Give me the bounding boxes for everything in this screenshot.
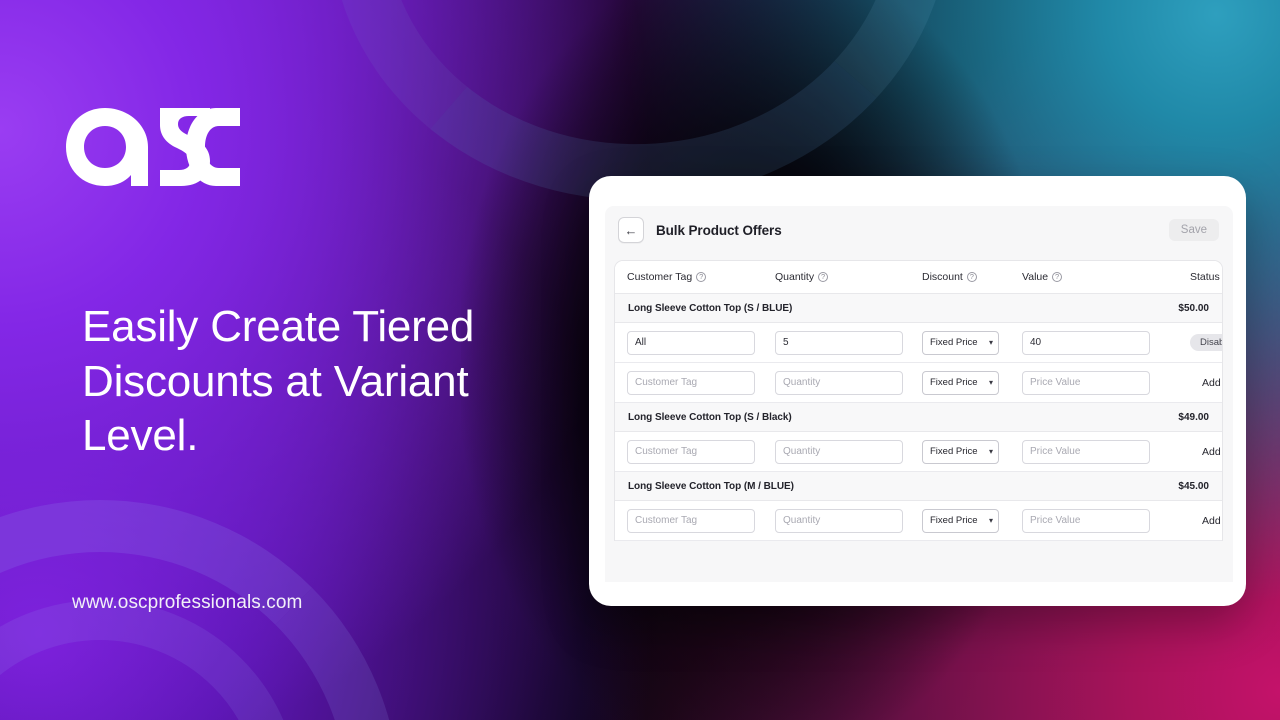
price-value-input[interactable] xyxy=(1022,508,1150,533)
app-header: ← Bulk Product Offers Save xyxy=(605,206,1233,254)
add-offer-button[interactable]: Add xyxy=(1190,441,1222,462)
column-header-label: Status xyxy=(1190,271,1220,283)
product-variant-price: $50.00 xyxy=(1178,302,1209,314)
app-viewport: ← Bulk Product Offers Save Customer Tag?… xyxy=(605,206,1233,582)
customer-tag-input[interactable] xyxy=(627,508,755,533)
offer-row: Fixed Price▾Add xyxy=(615,432,1222,472)
add-offer-button[interactable]: Add xyxy=(1190,510,1222,531)
site-url: www.oscprofessionals.com xyxy=(72,592,303,613)
osc-logo-icon xyxy=(64,104,242,190)
customer-tag-input[interactable] xyxy=(627,439,755,464)
save-button[interactable]: Save xyxy=(1168,219,1219,241)
question-circle-icon[interactable]: ? xyxy=(966,272,977,282)
product-variant-name: Long Sleeve Cotton Top (S / BLUE) xyxy=(628,302,793,314)
product-variant-row: Long Sleeve Cotton Top (S / BLUE) $50.00 xyxy=(615,294,1222,323)
customer-tag-input[interactable] xyxy=(627,370,755,395)
discount-type-select[interactable]: Fixed Price xyxy=(922,370,999,395)
discount-type-select[interactable]: Fixed Price xyxy=(922,508,999,533)
product-variant-row: Long Sleeve Cotton Top (S / Black) $49.00 xyxy=(615,403,1222,432)
product-variant-name: Long Sleeve Cotton Top (S / Black) xyxy=(628,411,792,423)
column-header-label: Quantity xyxy=(775,271,815,283)
offers-table: Customer Tag? Quantity? Discount? Value? Sta… xyxy=(614,260,1223,541)
product-variant-row: Long Sleeve Cotton Top (M / BLUE) $45.00 xyxy=(615,472,1222,501)
table-header-row: Customer Tag? Quantity? Discount? Value? Sta… xyxy=(615,261,1222,294)
column-header-value: Value? xyxy=(1022,271,1190,283)
app-title: Bulk Product Offers xyxy=(656,222,782,238)
add-offer-button[interactable]: Add xyxy=(1190,372,1222,393)
disable-offer-button[interactable]: Disable xyxy=(1190,334,1222,351)
column-header-label: Customer Tag xyxy=(627,271,693,283)
product-variant-name: Long Sleeve Cotton Top (M / BLUE) xyxy=(628,480,794,492)
product-variant-price: $49.00 xyxy=(1178,411,1209,423)
price-value-input[interactable] xyxy=(1022,439,1150,464)
arrow-left-icon: ← xyxy=(624,222,638,238)
marketing-panel: Easily Create Tiered Discounts at Varian… xyxy=(0,0,580,720)
column-header-label: Value xyxy=(1022,271,1049,283)
discount-type-select[interactable]: Fixed Price xyxy=(922,439,999,464)
question-circle-icon[interactable]: ? xyxy=(1052,272,1063,282)
customer-tag-input[interactable] xyxy=(627,330,755,355)
quantity-input[interactable] xyxy=(775,330,903,355)
column-header-discount: Discount? xyxy=(922,271,1022,283)
back-button[interactable]: ← xyxy=(618,217,644,243)
column-header-label: Discount xyxy=(922,271,963,283)
column-header-quantity: Quantity? xyxy=(775,271,922,283)
offer-row: Fixed Price▾Add xyxy=(615,363,1222,403)
quantity-input[interactable] xyxy=(775,508,903,533)
quantity-input[interactable] xyxy=(775,370,903,395)
table-body: Long Sleeve Cotton Top (S / BLUE) $50.00 F… xyxy=(615,294,1222,541)
price-value-input[interactable] xyxy=(1022,330,1150,355)
column-header-customer-tag: Customer Tag? xyxy=(627,271,775,283)
question-circle-icon[interactable]: ? xyxy=(696,272,707,282)
product-variant-price: $45.00 xyxy=(1178,480,1209,492)
offer-row: Fixed Price▾Add xyxy=(615,501,1222,541)
price-value-input[interactable] xyxy=(1022,370,1150,395)
quantity-input[interactable] xyxy=(775,439,903,464)
question-circle-icon[interactable]: ? xyxy=(818,272,829,282)
app-screenshot-card: ← Bulk Product Offers Save Customer Tag?… xyxy=(589,176,1246,606)
discount-type-select[interactable]: Fixed Price xyxy=(922,330,999,355)
page-title: Easily Create Tiered Discounts at Varian… xyxy=(82,302,475,461)
column-header-status: Status xyxy=(1190,271,1220,283)
offer-row: Fixed Price▾Disable xyxy=(615,323,1222,363)
